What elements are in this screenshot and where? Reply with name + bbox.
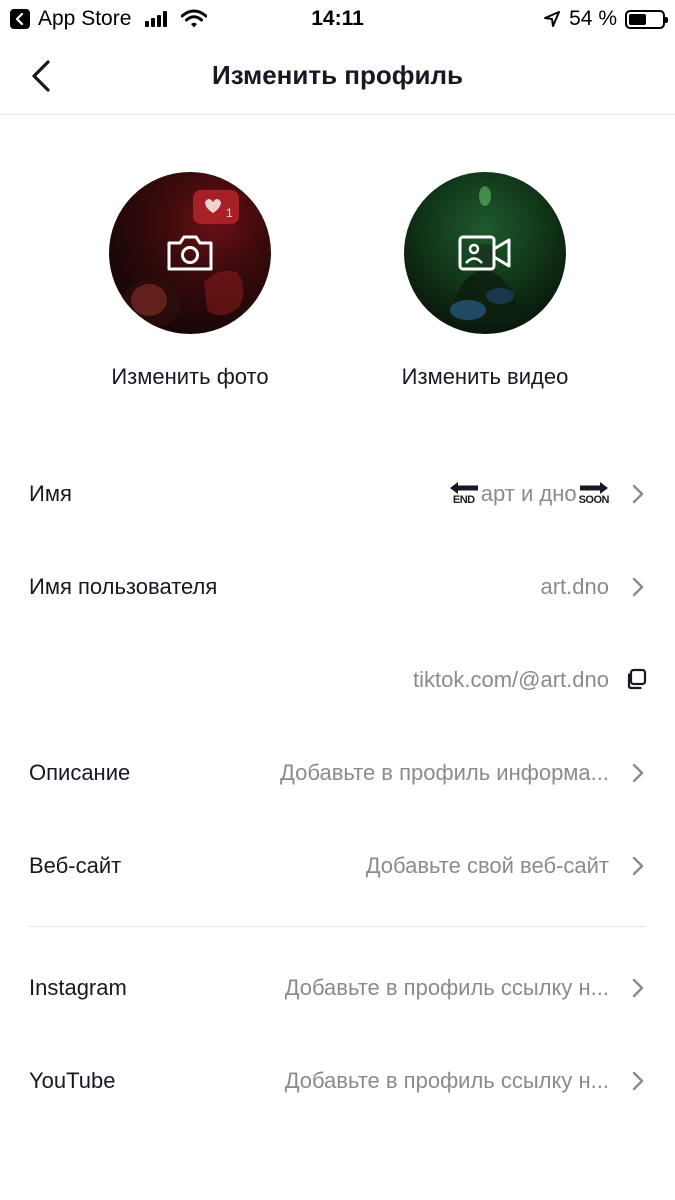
media-section: 1 Изменить фото Изменить видео xyxy=(0,172,675,402)
username-value: art.dno xyxy=(540,573,610,599)
change-photo-button[interactable]: 1 Изменить фото xyxy=(40,172,340,390)
username-label: Имя пользователя xyxy=(29,573,218,599)
profile-video-avatar[interactable] xyxy=(404,172,566,334)
website-value: Добавьте свой веб-сайт xyxy=(365,852,609,878)
change-video-button[interactable]: Изменить видео xyxy=(335,172,635,390)
website-label: Веб-сайт xyxy=(29,852,122,878)
profile-photo-avatar[interactable]: 1 xyxy=(109,172,271,334)
chevron-right-icon xyxy=(632,856,644,876)
section-divider xyxy=(29,926,646,927)
battery-percent: 54 % xyxy=(569,7,617,30)
page-title: Изменить профиль xyxy=(212,60,463,90)
copy-icon[interactable] xyxy=(625,668,647,690)
row-website[interactable]: Веб-сайт Добавьте свой веб-сайт xyxy=(0,819,675,912)
change-photo-label[interactable]: Изменить фото xyxy=(40,364,340,390)
row-profile-link: tiktok.com/@art.dno xyxy=(0,633,675,726)
instagram-label: Instagram xyxy=(29,974,127,1000)
name-text: арт и дно xyxy=(480,480,577,506)
photo-like-count: 1 xyxy=(226,206,233,220)
bio-label: Описание xyxy=(29,759,131,785)
camera-icon xyxy=(167,235,213,271)
name-value: END арт и дно SOON xyxy=(449,481,609,507)
nav-bar: Изменить профиль xyxy=(0,40,675,115)
soon-arrow-icon: SOON xyxy=(579,481,609,506)
chevron-right-icon xyxy=(632,763,644,783)
profile-link-value: tiktok.com/@art.dno xyxy=(413,666,609,692)
profile-fields: Имя END арт и дно SOON Имя пользователя … xyxy=(0,447,675,1127)
chevron-right-icon xyxy=(632,577,644,597)
row-name[interactable]: Имя END арт и дно SOON xyxy=(0,447,675,540)
status-bar: App Store 14:11 54 % xyxy=(0,0,675,40)
youtube-label: YouTube xyxy=(29,1067,116,1093)
status-right: 54 % xyxy=(543,7,668,31)
row-username[interactable]: Имя пользователя art.dno xyxy=(0,540,675,633)
battery-icon xyxy=(625,9,668,29)
change-video-label[interactable]: Изменить видео xyxy=(335,364,635,390)
chevron-right-icon xyxy=(632,484,644,504)
row-instagram[interactable]: Instagram Добавьте в профиль ссылку н... xyxy=(0,941,675,1034)
instagram-value: Добавьте в профиль ссылку н... xyxy=(284,974,609,1000)
name-label: Имя xyxy=(29,480,72,506)
end-arrow-icon: END xyxy=(449,481,479,506)
location-arrow-icon xyxy=(544,11,561,27)
bio-value: Добавьте в профиль информа... xyxy=(279,759,609,785)
row-bio[interactable]: Описание Добавьте в профиль информа... xyxy=(0,726,675,819)
youtube-value: Добавьте в профиль ссылку н... xyxy=(284,1067,609,1093)
video-camera-icon xyxy=(458,235,511,271)
row-youtube[interactable]: YouTube Добавьте в профиль ссылку н... xyxy=(0,1034,675,1127)
chevron-right-icon xyxy=(632,1071,644,1091)
chevron-right-icon xyxy=(632,978,644,998)
